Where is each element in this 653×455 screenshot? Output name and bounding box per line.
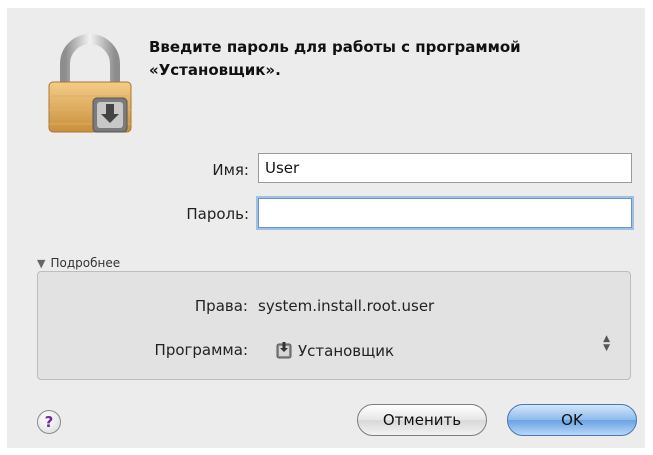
name-label: Имя:: [212, 161, 249, 179]
rights-value: system.install.root.user: [258, 297, 435, 315]
details-toggle-label: Подробнее: [50, 256, 121, 270]
padlock-icon: [48, 34, 132, 133]
prompt-line-2: «Установщик».: [149, 61, 281, 79]
cancel-button[interactable]: Отменить: [357, 404, 487, 436]
prompt-line-1: Введите пароль для работы с программой: [149, 38, 521, 56]
program-label: Программа:: [154, 341, 248, 359]
installer-icon: [276, 342, 292, 359]
details-toggle[interactable]: ▼ Подробнее: [37, 256, 120, 270]
password-label: Пароль:: [186, 205, 249, 223]
auth-prompt: Введите пароль для работы с программой «…: [149, 36, 619, 82]
password-field[interactable]: [258, 198, 632, 228]
help-button[interactable]: ?: [37, 410, 61, 434]
details-panel: Права: system.install.root.user Программ…: [37, 271, 631, 380]
program-value: Установщик: [276, 341, 394, 360]
disclosure-triangle-icon[interactable]: ▼: [37, 257, 45, 270]
auth-dialog: Введите пароль для работы с программой «…: [7, 8, 645, 448]
program-name: Установщик: [298, 342, 395, 360]
rights-label: Права:: [194, 297, 248, 315]
popup-arrows-icon[interactable]: ▲ ▼: [603, 335, 610, 353]
ok-button[interactable]: OK: [507, 404, 637, 436]
name-field[interactable]: [258, 153, 632, 183]
